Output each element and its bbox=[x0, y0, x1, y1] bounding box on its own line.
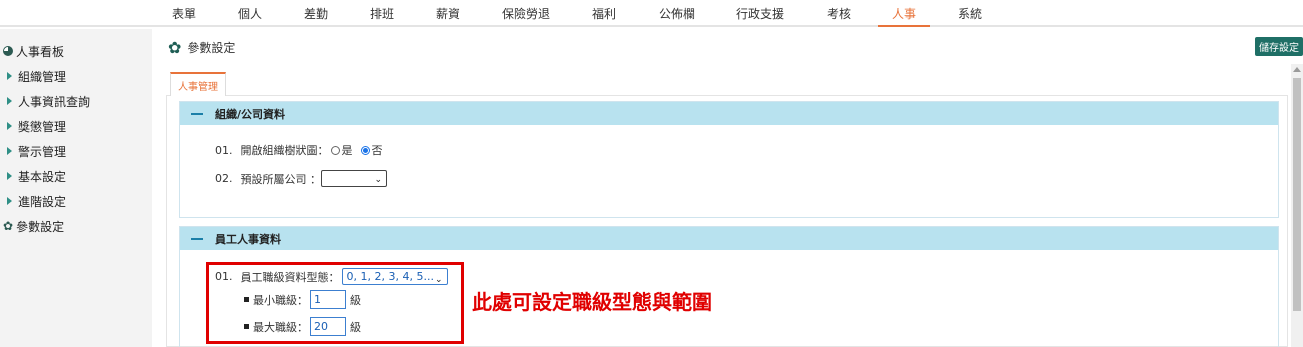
nav-tab-admin-support[interactable]: 行政支援 bbox=[736, 5, 784, 27]
nav-tab-personal[interactable]: 個人 bbox=[238, 5, 262, 27]
sidebar-item-label: 基本設定 bbox=[18, 169, 67, 184]
annotation-text: 此處可設定職級型態與範圍 bbox=[472, 290, 712, 314]
scroll-up-arrow-icon[interactable] bbox=[1293, 67, 1301, 72]
scrollbar-thumb[interactable] bbox=[1293, 78, 1301, 311]
radio-no[interactable] bbox=[360, 145, 370, 155]
setting-label: 開啟組織樹狀圖： bbox=[240, 144, 329, 157]
triangle-right-icon bbox=[7, 122, 12, 130]
nav-tab-bulletin[interactable]: 公佈欄 bbox=[659, 5, 695, 27]
radio-yes[interactable] bbox=[330, 145, 340, 155]
top-nav: 表單 個人 差勤 排班 薪資 保險勞退 福利 公佈欄 行政支援 考核 人事 系統 bbox=[0, 0, 1303, 27]
sidebar-item-org-management[interactable]: 組織管理 bbox=[3, 67, 66, 85]
radio-yes-label: 是 bbox=[341, 144, 353, 157]
chevron-down-icon: ⌄ bbox=[374, 175, 382, 185]
sidebar-item-label: 人事看板 bbox=[16, 44, 65, 59]
sidebar-item-hr-info-query[interactable]: 人事資訊查詢 bbox=[3, 92, 90, 110]
nav-tab-forms[interactable]: 表單 bbox=[172, 5, 196, 27]
sidebar-item-label: 參數設定 bbox=[16, 219, 65, 234]
collapse-icon[interactable] bbox=[191, 112, 203, 115]
highlight-box bbox=[206, 262, 464, 344]
row-number: 02. bbox=[215, 172, 233, 185]
gear-icon: ✿ bbox=[3, 219, 14, 233]
page-title: 參數設定 bbox=[187, 40, 236, 55]
section-title: 員工人事資料 bbox=[215, 232, 281, 246]
sidebar-item-label: 進階設定 bbox=[18, 194, 67, 209]
nav-tab-hr[interactable]: 人事 bbox=[878, 5, 931, 27]
page-header: ✿ 參數設定 bbox=[168, 37, 235, 57]
nav-tab-scheduling[interactable]: 排班 bbox=[370, 5, 394, 27]
sidebar-item-parameter-settings[interactable]: ✿ 參數設定 bbox=[3, 217, 64, 235]
sidebar-item-rewards[interactable]: 獎懲管理 bbox=[3, 117, 66, 135]
setting-row-default-company: 02. 預設所屬公司 ： ⌄ bbox=[215, 170, 387, 187]
tab-hr-management[interactable]: 人事管理 bbox=[170, 72, 226, 96]
section-title: 組織/公司資料 bbox=[215, 107, 286, 121]
triangle-right-icon bbox=[7, 97, 12, 105]
section-org-company: 組織/公司資料 bbox=[179, 101, 1279, 218]
nav-tab-welfare[interactable]: 福利 bbox=[592, 5, 616, 27]
setting-row-org-tree: 01. 開啟組織樹狀圖： 是 否 bbox=[215, 142, 383, 158]
pie-chart-icon bbox=[3, 46, 13, 56]
sidebar-item-label: 警示管理 bbox=[18, 144, 67, 159]
triangle-right-icon bbox=[7, 72, 12, 80]
collapse-icon[interactable] bbox=[191, 237, 203, 240]
setting-label: 預設所屬公司 ： bbox=[240, 172, 322, 186]
sidebar-item-advanced-settings[interactable]: 進階設定 bbox=[3, 192, 66, 210]
scrollbar[interactable] bbox=[1291, 64, 1303, 347]
sidebar-item-basic-settings[interactable]: 基本設定 bbox=[3, 167, 66, 185]
gear-icon: ✿ bbox=[168, 37, 182, 57]
nav-tab-salary[interactable]: 薪資 bbox=[436, 5, 460, 27]
sidebar-item-label: 獎懲管理 bbox=[18, 119, 67, 134]
section-header: 員工人事資料 bbox=[180, 227, 1278, 250]
radio-no-label: 否 bbox=[371, 144, 383, 157]
save-settings-button[interactable]: 儲存設定 bbox=[1255, 37, 1303, 56]
row-number: 01. bbox=[215, 143, 233, 157]
nav-tab-system[interactable]: 系統 bbox=[958, 5, 982, 27]
sidebar-item-hr-dashboard[interactable]: 人事看板 bbox=[3, 42, 64, 60]
sidebar-item-label: 組織管理 bbox=[18, 69, 67, 84]
sidebar-item-label: 人事資訊查詢 bbox=[18, 94, 91, 109]
nav-tab-insurance[interactable]: 保險勞退 bbox=[502, 5, 550, 27]
triangle-right-icon bbox=[7, 147, 12, 155]
triangle-right-icon bbox=[7, 172, 12, 180]
sidebar-item-alerts[interactable]: 警示管理 bbox=[3, 142, 66, 160]
sidebar: 人事看板 組織管理 人事資訊查詢 獎懲管理 警示管理 基本設定 進階設定 ✿ 參 bbox=[0, 29, 152, 347]
nav-tab-attendance[interactable]: 差勤 bbox=[304, 5, 328, 27]
default-company-select[interactable]: ⌄ bbox=[321, 170, 387, 187]
triangle-right-icon bbox=[7, 197, 12, 205]
section-header: 組織/公司資料 bbox=[180, 102, 1278, 125]
nav-tab-assessment[interactable]: 考核 bbox=[827, 5, 851, 27]
